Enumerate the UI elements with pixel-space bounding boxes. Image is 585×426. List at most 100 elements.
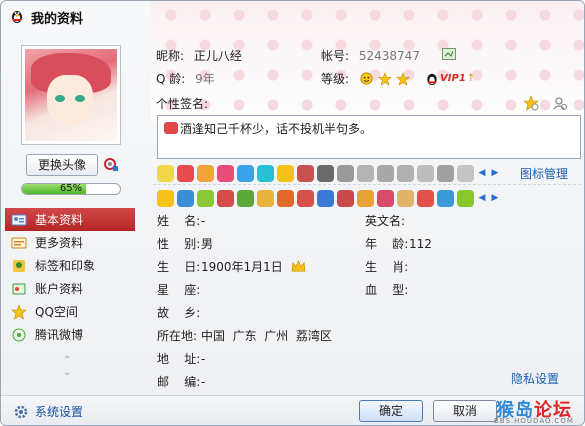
sidebar-item-tags[interactable]: 标签和印象 <box>5 254 135 277</box>
detail-card-icon <box>11 237 27 248</box>
watermark-logo: 猴岛论坛 BBS.HOUDAO.COM <box>490 396 584 425</box>
edit-card-icon[interactable] <box>442 48 456 60</box>
qq-grey-diamond-icon[interactable] <box>437 164 454 182</box>
next-icons-arrow-icon[interactable]: ▶ <box>490 165 500 182</box>
qq-tv-icon[interactable] <box>177 189 194 207</box>
qzone-icon[interactable] <box>157 189 174 207</box>
prev-icons-arrow-icon[interactable]: ◀ <box>477 165 487 182</box>
hometown-label: 故 乡: <box>157 306 201 320</box>
address-row: 地 址:- <box>157 350 205 367</box>
camera-icon[interactable] <box>103 156 119 172</box>
qq-grey-diamond-icon[interactable] <box>377 164 394 182</box>
divider <box>153 184 581 185</box>
sidebar-item-label: 标签和印象 <box>35 259 96 273</box>
sidebar-item-label: 更多资料 <box>35 236 84 250</box>
qq-grey-diamond-icon[interactable] <box>397 164 414 182</box>
gender-value: 男 <box>201 237 214 251</box>
weibo-icon <box>12 328 26 341</box>
postcode-label: 邮 编: <box>157 375 201 389</box>
nickname-row: 昵称: 正儿八经 <box>156 47 242 64</box>
share-signature-icon[interactable] <box>552 95 568 111</box>
birthday-row: 生 日: 1900年1月1日 <box>157 258 306 275</box>
watermark-sub: BBS.HOUDAO.COM <box>494 417 574 425</box>
constellation-label: 星 座: <box>157 283 201 297</box>
qq-earth-icon[interactable] <box>437 189 454 207</box>
system-settings-button[interactable]: 系统设置 <box>13 403 83 420</box>
gender-row: 性 别:男 <box>157 235 213 252</box>
sidebar-item-weibo[interactable]: 腾讯微博 <box>5 323 135 346</box>
qq-pet-home-icon[interactable] <box>397 189 414 207</box>
ok-button[interactable]: 确定 <box>359 400 423 422</box>
qq-grey-diamond-icon[interactable] <box>357 164 374 182</box>
star-level-icon <box>396 71 410 86</box>
nav-scroll-arrows[interactable]: ⌃ ⌄ <box>63 355 71 379</box>
qq-space-icon[interactable] <box>337 189 354 207</box>
signature-bubble-icon <box>164 122 178 134</box>
sidebar-item-basic-info[interactable]: 基本资料 <box>5 208 135 231</box>
account-value: 52438747 <box>358 49 420 63</box>
signature-text: 酒逢知己千杯少，话不投机半句多。 <box>180 122 373 136</box>
avatar-image <box>25 49 117 141</box>
address-value: - <box>201 352 206 366</box>
qq-security-icon[interactable] <box>457 189 474 207</box>
hometown-row: 故 乡: <box>157 304 201 321</box>
qq-coin-icon[interactable] <box>277 164 294 182</box>
signature-history-icon[interactable] <box>523 95 539 111</box>
next-icons-arrow-icon[interactable]: ▶ <box>490 190 500 207</box>
level-label: 等级: <box>321 72 350 86</box>
qq-photo-icon[interactable] <box>257 189 274 207</box>
sidebar-item-more-info[interactable]: 更多资料 <box>5 231 135 254</box>
sun-level-icon <box>360 72 373 85</box>
sidebar-item-label: 账户资料 <box>35 282 84 296</box>
gear-icon <box>14 405 28 418</box>
qq-mobile-icon[interactable] <box>297 164 314 182</box>
star-level-icon <box>378 71 392 86</box>
qq-grey-diamond-icon[interactable] <box>337 164 354 182</box>
icon-manage-link[interactable]: 图标管理 <box>520 165 568 182</box>
qq-diamond-icon[interactable] <box>237 164 254 182</box>
nickname-label: 昵称: <box>156 49 185 63</box>
change-avatar-button[interactable]: 更换头像 <box>26 154 98 176</box>
tag-icon <box>13 259 25 272</box>
qq-grey-diamond-icon[interactable] <box>457 164 474 182</box>
qq-album-icon[interactable] <box>377 189 394 207</box>
sidebar-item-qzone[interactable]: QQ空间 <box>5 300 135 323</box>
qq-farm-icon[interactable] <box>197 189 214 207</box>
signature-box[interactable]: 酒逢知己千杯少，话不投机半句多。 <box>157 115 581 159</box>
account-icon <box>12 283 26 294</box>
avatar[interactable] <box>21 45 121 145</box>
prev-icons-arrow-icon[interactable]: ◀ <box>477 190 487 207</box>
gender-label: 性 别: <box>157 237 201 251</box>
account-label: 帐号: <box>321 49 350 63</box>
english-name-label: 英文名: <box>365 214 406 228</box>
qq-black-diamond-icon[interactable] <box>317 164 334 182</box>
cancel-button[interactable]: 取消 <box>433 400 497 422</box>
lit-icons-row-1: ◀ ▶ <box>157 163 500 183</box>
qq-computer-icon[interactable] <box>317 189 334 207</box>
qage-row: Q 龄: 9年 <box>156 70 215 87</box>
qq-game-icon[interactable] <box>177 164 194 182</box>
qq-grey-diamond-icon[interactable] <box>417 164 434 182</box>
qq-show-icon[interactable] <box>157 164 174 182</box>
star-icon <box>11 303 27 320</box>
privacy-settings-link[interactable]: 隐私设置 <box>511 370 559 387</box>
blood-label: 血 型: <box>365 283 409 297</box>
signature-label: 个性签名: <box>156 97 209 111</box>
qq-clover-icon[interactable] <box>237 189 254 207</box>
id-card-icon <box>11 214 27 225</box>
qq-ranch-icon[interactable] <box>217 189 234 207</box>
qq-gift-icon[interactable] <box>357 189 374 207</box>
crown-icon <box>291 260 306 272</box>
qq-browser-icon[interactable] <box>417 189 434 207</box>
qage-label: Q 龄: <box>156 72 186 86</box>
vip-up-arrow-icon: ↑ <box>466 73 476 84</box>
qq-pet-icon[interactable] <box>197 164 214 182</box>
qq-mail-icon[interactable] <box>257 164 274 182</box>
vip-badge[interactable]: VIP1 <box>440 73 466 84</box>
qq-music-icon[interactable] <box>217 164 234 182</box>
qq-speed-icon[interactable] <box>277 189 294 207</box>
name-value: - <box>201 214 206 228</box>
bottom-bar: 系统设置 确定 取消 猴岛论坛 BBS.HOUDAO.COM <box>1 395 584 425</box>
qq-dance-icon[interactable] <box>297 189 314 207</box>
sidebar-item-account[interactable]: 账户资料 <box>5 277 135 300</box>
